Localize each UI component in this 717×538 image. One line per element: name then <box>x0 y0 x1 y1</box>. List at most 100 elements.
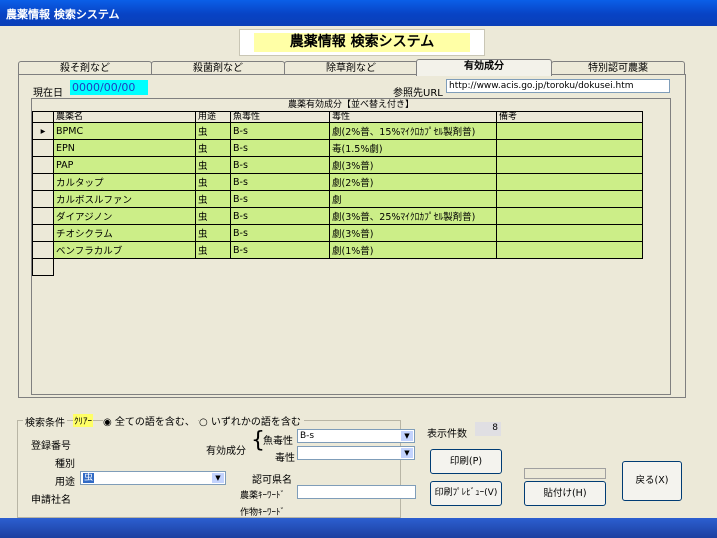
col-header-use[interactable]: 用途 <box>195 111 231 123</box>
table-row[interactable]: カルタップ 虫 B-s 劇(2%普) <box>32 173 643 191</box>
row-selector[interactable] <box>32 173 54 191</box>
cell-fish-tox[interactable]: B-s <box>230 190 330 208</box>
cell-use[interactable]: 虫 <box>195 122 231 140</box>
cell-remarks[interactable] <box>496 156 643 174</box>
cell-use[interactable]: 虫 <box>195 156 231 174</box>
fish-tox-select-value: B-s <box>300 431 315 441</box>
use-select-value: 虫 <box>83 473 95 483</box>
cell-tox[interactable]: 劇(3%普、25%ﾏｲｸﾛｶﾌﾟｾﾙ製剤普) <box>329 207 497 225</box>
tox-label: 毒性 <box>275 453 295 464</box>
cell-fish-tox[interactable]: B-s <box>230 122 330 140</box>
pref-label: 認可県名 <box>252 475 292 486</box>
cell-name[interactable]: EPN <box>53 139 196 157</box>
fish-tox-label: 魚毒性 <box>263 436 293 447</box>
print-button[interactable]: 印刷(P) <box>430 449 502 474</box>
tab-herbicide[interactable]: 除草剤など <box>284 61 418 75</box>
cell-use[interactable]: 虫 <box>195 224 231 242</box>
ref-url-field[interactable]: http://www.acis.go.jp/toroku/dokusei.htm <box>446 79 670 93</box>
col-header-fish-tox[interactable]: 魚毒性 <box>230 111 330 123</box>
cell-name[interactable]: チオシクラム <box>53 224 196 242</box>
cell-tox[interactable]: 劇(3%普) <box>329 156 497 174</box>
tab-active-ingredient[interactable]: 有効成分 <box>416 59 552 76</box>
radio-any-word[interactable]: ○ いずれかの語を含む <box>199 413 304 428</box>
row-selector[interactable] <box>32 139 54 157</box>
paste-button[interactable]: 貼付け(H) <box>524 481 606 506</box>
row-selector[interactable] <box>32 224 54 242</box>
chevron-down-icon[interactable]: ▼ <box>401 431 413 441</box>
cell-fish-tox[interactable]: B-s <box>230 224 330 242</box>
clear-button[interactable]: ｸﾘｱｰ <box>73 414 94 427</box>
cell-remarks[interactable] <box>496 207 643 225</box>
row-selector[interactable] <box>32 241 54 259</box>
cell-remarks[interactable] <box>496 173 643 191</box>
count-label: 表示件数 <box>427 429 467 440</box>
cell-use[interactable]: 虫 <box>195 173 231 191</box>
grid-title: 農薬有効成分【並べ替え付き】 <box>287 100 414 110</box>
cell-remarks[interactable] <box>496 190 643 208</box>
row-selector[interactable] <box>32 207 54 225</box>
tab-special-approval[interactable]: 特別認可農薬 <box>551 61 685 75</box>
cell-use[interactable]: 虫 <box>195 207 231 225</box>
print-preview-button[interactable]: 印刷ﾌﾟﾚﾋﾞｭｰ(V) <box>430 481 502 506</box>
table-row[interactable]: ▸ BPMC 虫 B-s 劇(2%普、15%ﾏｲｸﾛｶﾌﾟｾﾙ製剤普) <box>32 122 643 140</box>
cell-name[interactable]: ベンフラカルブ <box>53 241 196 259</box>
col-header-remarks[interactable]: 備考 <box>496 111 643 123</box>
table-row[interactable]: ベンフラカルブ 虫 B-s 劇(1%普) <box>32 241 643 259</box>
applicant-label: 申請社名 <box>31 495 71 506</box>
fish-tox-select[interactable]: B-s ▼ <box>297 429 415 443</box>
cell-tox[interactable]: 劇(3%普) <box>329 224 497 242</box>
row-selector[interactable] <box>32 156 54 174</box>
cell-use[interactable]: 虫 <box>195 241 231 259</box>
cell-new-placeholder <box>54 259 196 276</box>
new-row[interactable] <box>32 258 643 276</box>
cell-remarks[interactable] <box>496 224 643 242</box>
chevron-down-icon[interactable]: ▼ <box>212 473 224 483</box>
ingredient-grid: 農薬有効成分【並べ替え付き】 農薬名 用途 魚毒性 毒性 備考 ▸ BPMC 虫… <box>31 98 671 395</box>
radio-all-icon: ◉ <box>103 417 112 428</box>
row-selector[interactable]: ▸ <box>32 122 54 140</box>
cell-tox[interactable]: 劇 <box>329 190 497 208</box>
cell-name[interactable]: カルボスルファン <box>53 190 196 208</box>
table-row[interactable]: EPN 虫 B-s 毒(1.5%劇) <box>32 139 643 157</box>
pesticide-keyword-input[interactable] <box>297 485 416 499</box>
cell-name[interactable]: ダイアジノン <box>53 207 196 225</box>
use-select[interactable]: 虫 ▼ <box>80 471 226 485</box>
cell-remarks[interactable] <box>496 122 643 140</box>
row-selector[interactable] <box>32 258 54 276</box>
current-date-field: 0000/00/00 <box>70 80 148 95</box>
cell-fish-tox[interactable]: B-s <box>230 139 330 157</box>
chevron-down-icon[interactable]: ▼ <box>401 448 413 458</box>
cell-name[interactable]: BPMC <box>53 122 196 140</box>
tox-select[interactable]: ▼ <box>297 446 415 460</box>
cell-tox[interactable]: 劇(2%普) <box>329 173 497 191</box>
cell-tox[interactable]: 劇(1%普) <box>329 241 497 259</box>
cell-use[interactable]: 虫 <box>195 190 231 208</box>
radio-any-icon: ○ <box>199 417 208 428</box>
table-row[interactable]: PAP 虫 B-s 劇(3%普) <box>32 156 643 174</box>
cell-fish-tox[interactable]: B-s <box>230 156 330 174</box>
ingredient-label: 有効成分 <box>206 446 246 457</box>
cell-fish-tox[interactable]: B-s <box>230 241 330 259</box>
cell-fish-tox[interactable]: B-s <box>230 207 330 225</box>
cell-tox[interactable]: 毒(1.5%劇) <box>329 139 497 157</box>
table-row[interactable]: ダイアジノン 虫 B-s 劇(3%普、25%ﾏｲｸﾛｶﾌﾟｾﾙ製剤普) <box>32 207 643 225</box>
cell-remarks[interactable] <box>496 241 643 259</box>
cell-fish-tox[interactable]: B-s <box>230 173 330 191</box>
row-selector[interactable] <box>32 190 54 208</box>
back-button[interactable]: 戻る(X) <box>622 461 682 501</box>
radio-all-words[interactable]: ◉ 全ての語を含む、 <box>103 413 198 428</box>
main-window: 農薬情報 検索システム 殺そ剤など 殺菌剤など 除草剤など 有効成分 特別認可農… <box>3 26 714 518</box>
tab-fungicide[interactable]: 殺菌剤など <box>151 61 285 75</box>
table-row[interactable]: カルボスルファン 虫 B-s 劇 <box>32 190 643 208</box>
table-row[interactable]: チオシクラム 虫 B-s 劇(3%普) <box>32 224 643 242</box>
col-header-name[interactable]: 農薬名 <box>53 111 196 123</box>
col-header-tox[interactable]: 毒性 <box>329 111 497 123</box>
cell-use[interactable]: 虫 <box>195 139 231 157</box>
cell-name[interactable]: カルタップ <box>53 173 196 191</box>
tab-rodenticide[interactable]: 殺そ剤など <box>18 61 152 75</box>
banner-title: 農薬情報 検索システム <box>254 33 470 52</box>
cell-name[interactable]: PAP <box>53 156 196 174</box>
cell-remarks[interactable] <box>496 139 643 157</box>
cell-tox[interactable]: 劇(2%普、15%ﾏｲｸﾛｶﾌﾟｾﾙ製剤普) <box>329 122 497 140</box>
search-group-label: 検索条件 <box>23 414 67 429</box>
